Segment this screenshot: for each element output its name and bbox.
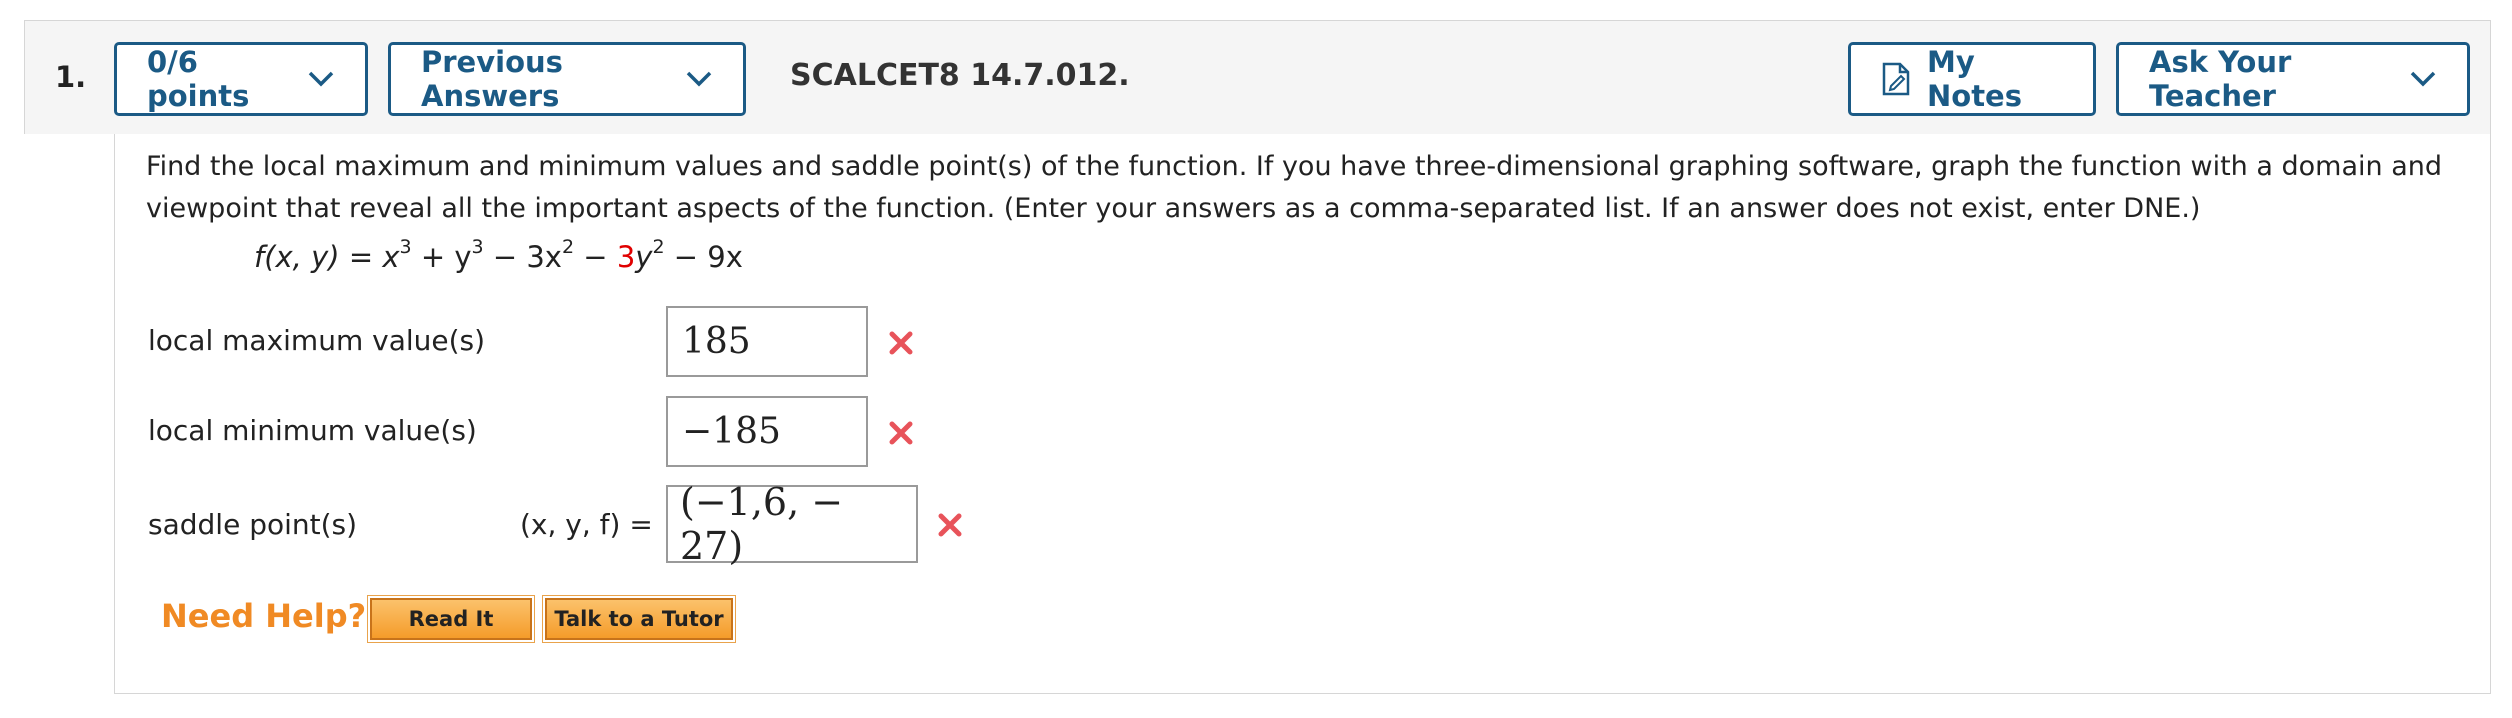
formula-term: − 3x [483,240,562,274]
local-max-label: local maximum value(s) [148,324,486,357]
formula-term: + y [411,240,472,274]
formula-term: − 9x [664,240,743,274]
talk-to-tutor-button[interactable]: Talk to a Tutor [542,595,736,643]
question-number: 1. [55,60,87,94]
my-notes-label: My Notes [1927,45,2022,113]
points-dropdown[interactable]: 0/6 points [114,42,368,116]
previous-answers-label: Previous Answers [421,45,563,113]
incorrect-x-icon [888,420,914,446]
question-id: SCALCET8 14.7.012. [790,58,1130,93]
saddle-point-label: saddle point(s) [148,508,358,541]
ask-teacher-label: Ask Your Teacher [2149,45,2292,113]
formula-x: x [382,240,400,274]
question-text: Find the local maximum and minimum value… [146,151,2443,224]
saddle-point-input[interactable]: (−1,6, − 27) [666,480,918,568]
formula-exp: 3 [471,236,484,259]
chevron-down-icon [685,70,713,88]
read-it-button[interactable]: Read It [367,595,535,643]
local-min-label: local minimum value(s) [148,414,477,447]
local-max-input[interactable]: 185 [666,306,868,377]
chevron-down-icon [307,70,335,88]
ask-your-teacher-dropdown[interactable]: Ask Your Teacher [2116,42,2470,116]
formula-exp: 2 [561,236,575,259]
formula-y: y [635,240,653,274]
incorrect-x-icon [937,512,963,538]
need-help-label: Need Help? [161,597,367,635]
points-label: 0/6 points [147,45,250,113]
formula-exp: 2 [652,236,665,259]
function-formula: f(x, y) = x3 + y3 − 3x2 − 3y2 − 9x [254,238,743,274]
saddle-prefix: (x, y, f) = [520,508,653,541]
formula-term: − [574,240,617,274]
local-min-input[interactable]: −185 [666,396,868,467]
chevron-down-icon [2409,70,2437,88]
notes-icon [1881,62,1911,96]
incorrect-x-icon [888,330,914,356]
previous-answers-dropdown[interactable]: Previous Answers [388,42,746,116]
randomized-coefficient: 3 [616,240,636,274]
my-notes-button[interactable]: My Notes [1848,42,2096,116]
formula-exp: 3 [399,236,412,259]
formula-lhs: f(x, y) = [254,240,383,274]
